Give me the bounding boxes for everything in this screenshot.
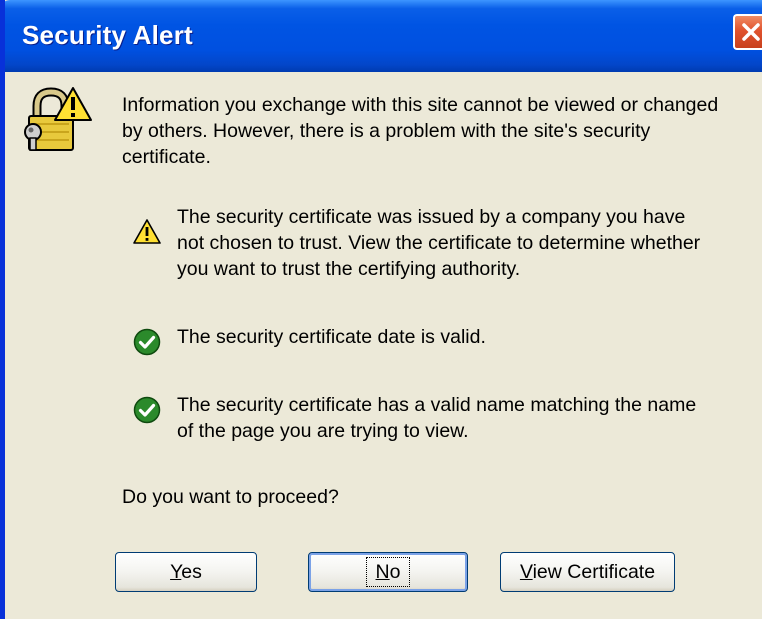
close-button[interactable] (733, 14, 762, 50)
yes-label-rest: es (181, 561, 202, 583)
no-button[interactable]: No (308, 552, 468, 592)
name-valid-line: of the page you are trying to view. (177, 420, 469, 442)
padlock-warning-icon (24, 87, 92, 151)
check-icon (133, 396, 161, 424)
view-certificate-button[interactable]: View Certificate (500, 552, 675, 592)
warning-item-line: The security certificate was issued by a… (177, 206, 686, 228)
no-button-label: No (365, 557, 411, 587)
view-certificate-label: View Certificate (520, 553, 655, 591)
warning-item-text: The security certificate was issued by a… (177, 204, 757, 282)
name-valid-line: The security certificate has a valid nam… (177, 394, 697, 416)
yes-button[interactable]: Yes (115, 552, 257, 592)
yes-access-key: Y (170, 561, 182, 583)
name-valid-item-text: The security certificate has a valid nam… (177, 392, 757, 444)
no-access-key: N (375, 561, 390, 583)
warning-item-line: not chosen to trust. View the certificat… (177, 232, 701, 254)
dialog-body: Information you exchange with this site … (5, 72, 762, 619)
title-bar[interactable]: Security Alert (5, 0, 762, 72)
intro-text: Information you exchange with this site … (122, 94, 719, 168)
window-title: Security Alert (22, 20, 193, 50)
no-label-rest: o (389, 561, 401, 583)
date-valid-item-text: The security certificate date is valid. (177, 324, 757, 350)
yes-button-label: Yes (170, 553, 202, 591)
view-access-key: V (519, 561, 533, 583)
proceed-question: Do you want to proceed? (122, 486, 339, 508)
date-valid-line: The security certificate date is valid. (177, 326, 486, 348)
warning-icon (133, 219, 161, 244)
view-label-rest: iew Certificate (532, 561, 656, 583)
check-icon (133, 328, 161, 356)
warning-item-line: you want to trust the certifying authori… (177, 258, 521, 280)
close-icon (742, 23, 760, 41)
security-alert-dialog: Security Alert Information you exchange … (0, 0, 762, 619)
